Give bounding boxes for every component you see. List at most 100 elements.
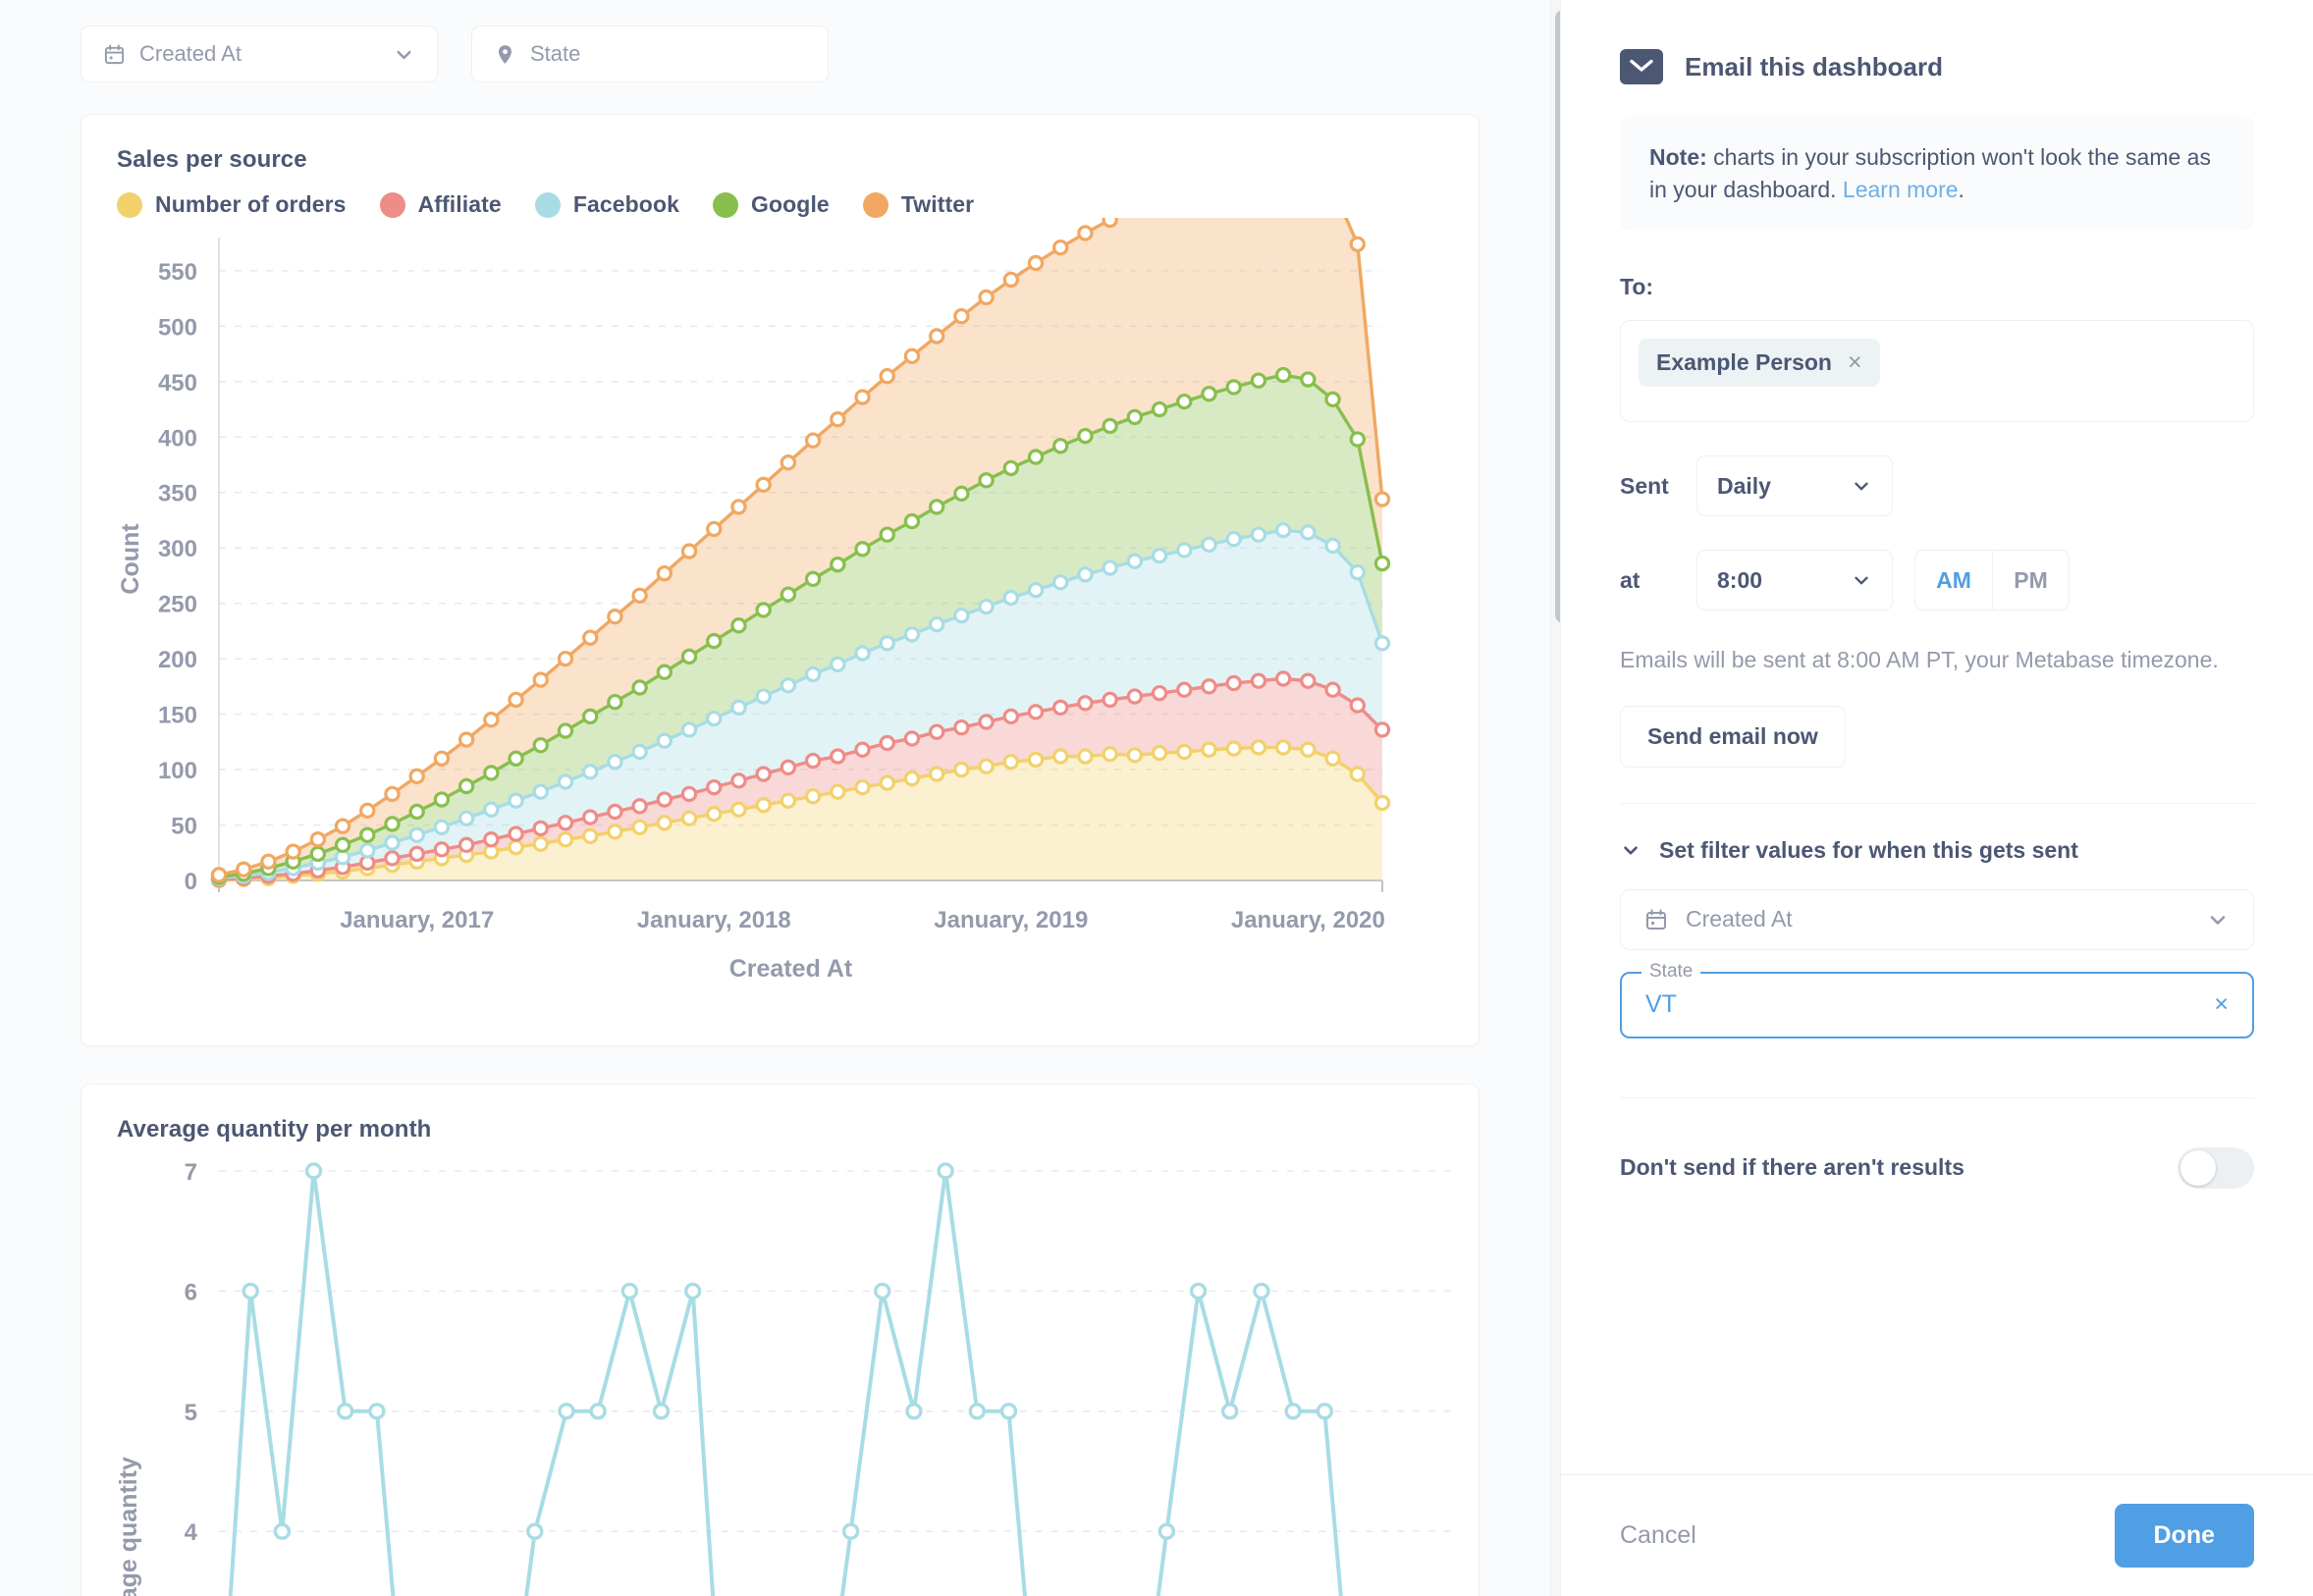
send-time-row: at 8:00 AM PM [1620, 550, 2254, 612]
legend-item[interactable]: Affiliate [379, 191, 502, 218]
avg-chart-container[interactable]: 4 5 6 7 Average quantity [81, 1144, 1479, 1596]
svg-text:400: 400 [158, 425, 197, 452]
subscription-filter-created-at-label: Created At [1686, 906, 1793, 932]
sidebar-footer: Cancel Done [1561, 1474, 2313, 1596]
svg-text:500: 500 [158, 314, 197, 341]
legend-color-swatch [534, 191, 561, 218]
state-field-legend: State [1641, 960, 1701, 983]
legend-item[interactable]: Facebook [534, 191, 679, 218]
state-field-value: VT [1645, 990, 1677, 1019]
chevron-down-icon [1624, 846, 1638, 855]
legend-label: Google [751, 191, 830, 217]
to-label: To: [1620, 274, 1654, 300]
sales-per-source-chart[interactable]: 0 50 100 150 200 250 300 350 400 450 500 550 Count Ja… [81, 218, 1480, 1013]
at-label: at [1620, 566, 1641, 593]
note-bold-label: Note: [1649, 144, 1707, 170]
calendar-icon [104, 43, 125, 64]
sidebar-title: Email this dashboard [1685, 51, 1943, 81]
filter-values-section-label: Set filter values for when this gets sen… [1659, 836, 2078, 863]
sales-chart-container[interactable]: 0 50 100 150 200 250 300 350 400 450 500 550 Count Ja… [81, 218, 1479, 1013]
remove-recipient-icon[interactable]: × [1848, 350, 1862, 375]
sent-label: Sent [1620, 472, 1669, 499]
svg-text:4: 4 [185, 1519, 198, 1546]
learn-more-link[interactable]: Learn more [1843, 177, 1959, 202]
recipient-chip[interactable]: Example Person × [1639, 339, 1880, 388]
pm-button[interactable]: PM [1992, 551, 2069, 611]
dashboard-filter-state[interactable]: State [471, 26, 829, 82]
no-results-row: Don't send if there aren't results [1620, 1146, 2254, 1189]
time-select[interactable]: 8:00 [1696, 550, 1893, 612]
email-subscription-sidebar: Email this dashboard Note: charts in you… [1560, 0, 2313, 1596]
legend-item[interactable]: Number of orders [117, 191, 347, 218]
legend-item[interactable]: Google [713, 191, 830, 218]
sidebar-header: Email this dashboard [1620, 49, 2254, 84]
recipients-input[interactable]: Example Person × [1620, 320, 2254, 423]
note-period: . [1958, 176, 1964, 202]
subscription-filter-created-at[interactable]: Created At [1620, 888, 2254, 950]
send-email-now-button[interactable]: Send email now [1620, 705, 1846, 768]
card-avg-title: Average quantity per month [117, 1116, 432, 1143]
divider [1620, 802, 2254, 804]
envelope-icon [1620, 49, 1663, 84]
chevron-down-icon [1855, 482, 1868, 491]
svg-text:6: 6 [185, 1279, 197, 1305]
card-sales-per-source: Sales per source Number of orders Affili… [81, 114, 1479, 1046]
svg-text:7: 7 [185, 1159, 197, 1186]
legend-color-swatch [117, 191, 142, 218]
legend-label: Affiliate [417, 191, 502, 217]
legend-color-swatch [379, 191, 405, 218]
svg-text:January, 2020: January, 2020 [1231, 907, 1385, 933]
svg-text:0: 0 [185, 869, 197, 895]
frequency-select[interactable]: Daily [1696, 455, 1893, 517]
filter-values-section-header[interactable]: Set filter values for when this gets sen… [1620, 837, 2254, 864]
svg-text:Created At: Created At [729, 955, 853, 983]
svg-text:5: 5 [185, 1400, 197, 1426]
cancel-button[interactable]: Cancel [1620, 1521, 1696, 1550]
average-quantity-chart[interactable]: 4 5 6 7 Average quantity [81, 1144, 1480, 1596]
sidebar-scroll-area: Email this dashboard Note: charts in you… [1561, 0, 2313, 1474]
subscription-filter-state[interactable]: State VT × [1620, 960, 2254, 1038]
time-value: 8:00 [1717, 566, 1763, 593]
chevron-down-icon [2210, 916, 2226, 925]
svg-text:250: 250 [158, 592, 197, 618]
svg-text:200: 200 [158, 647, 197, 673]
dashboard-filter-created-at[interactable]: Created At [81, 26, 438, 82]
svg-text:350: 350 [158, 481, 197, 507]
sent-frequency-row: Sent Daily [1620, 455, 2254, 517]
chevron-down-icon [397, 50, 411, 59]
divider [1620, 1096, 2254, 1098]
done-button[interactable]: Done [2114, 1504, 2254, 1568]
no-results-toggle[interactable] [2178, 1146, 2254, 1189]
clear-state-icon[interactable]: × [2214, 990, 2229, 1019]
dashboard-filter-created-at-label: Created At [139, 41, 242, 66]
chart-legend: Number of orders Affiliate Facebook Goog… [81, 174, 1479, 218]
meridiem-toggle-group: AM PM [1914, 550, 2070, 612]
recipient-name: Example Person [1656, 349, 1832, 376]
calendar-icon [1646, 909, 1666, 930]
svg-text:Count: Count [117, 523, 144, 595]
svg-text:550: 550 [158, 259, 197, 286]
card-average-quantity: Average quantity per month 4 5 6 7 Average q… [81, 1084, 1479, 1596]
svg-text:January, 2017: January, 2017 [340, 907, 494, 933]
svg-text:100: 100 [158, 758, 197, 784]
chevron-down-icon [1855, 576, 1868, 585]
legend-label: Twitter [900, 191, 975, 217]
svg-text:150: 150 [158, 703, 197, 729]
dashboard-filter-bar: Created At State [0, 0, 1560, 82]
timezone-note: Emails will be sent at 8:00 AM PT, your … [1620, 647, 2219, 673]
legend-label: Number of orders [155, 191, 347, 217]
card-sales-title: Sales per source [117, 146, 307, 173]
no-results-label: Don't send if there aren't results [1620, 1154, 1964, 1181]
legend-item[interactable]: Twitter [862, 191, 975, 218]
svg-text:Average quantity: Average quantity [115, 1457, 142, 1596]
svg-text:50: 50 [171, 814, 197, 840]
legend-color-swatch [713, 191, 738, 218]
svg-text:300: 300 [158, 536, 197, 562]
svg-text:January, 2019: January, 2019 [934, 907, 1088, 933]
toggle-knob [2180, 1149, 2216, 1186]
am-button[interactable]: AM [1915, 551, 1992, 611]
legend-label: Facebook [572, 191, 679, 217]
legend-color-swatch [862, 191, 888, 218]
dashboard-area: Created At State Sales per source Number… [0, 0, 1560, 1596]
app-root: Created At State Sales per source Number… [0, 0, 2313, 1596]
